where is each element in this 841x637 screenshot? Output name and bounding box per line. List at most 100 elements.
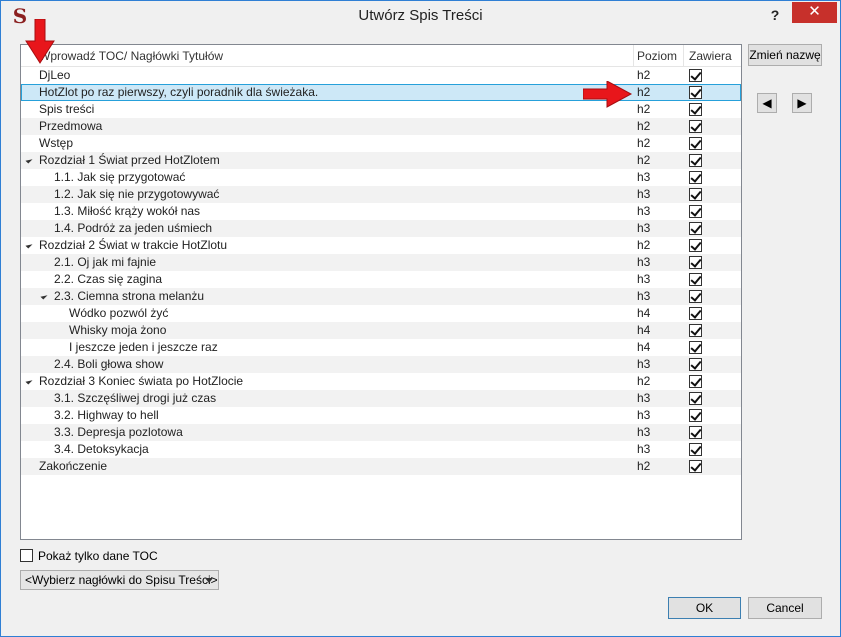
- row-level: h3: [637, 357, 651, 371]
- move-right-button[interactable]: ▶: [792, 93, 812, 113]
- tree-row[interactable]: Wstęp h2: [21, 135, 741, 152]
- close-button[interactable]: ✕: [792, 2, 837, 23]
- tree-row[interactable]: 1.2. Jak się nie przygotowywać h3: [21, 186, 741, 203]
- row-level: h3: [637, 289, 651, 303]
- tree-row[interactable]: 3.4. Detoksykacja h3: [21, 441, 741, 458]
- row-title: 1.2. Jak się nie przygotowywać: [54, 187, 220, 201]
- expander-icon[interactable]: [25, 241, 33, 249]
- include-checkbox[interactable]: [689, 290, 702, 303]
- expander-icon[interactable]: [25, 156, 33, 164]
- row-title: DjLeo: [39, 68, 71, 82]
- expander-icon[interactable]: [40, 292, 48, 300]
- include-checkbox[interactable]: [689, 205, 702, 218]
- header-level[interactable]: Poziom: [637, 45, 677, 67]
- tree-row[interactable]: Rozdział 3 Koniec świata po HotZlocie h2: [21, 373, 741, 390]
- show-toc-only-label: Pokaż tylko dane TOC: [38, 549, 158, 563]
- include-checkbox[interactable]: [689, 103, 702, 116]
- include-checkbox[interactable]: [689, 222, 702, 235]
- include-checkbox[interactable]: [689, 120, 702, 133]
- tree-row[interactable]: Rozdział 2 Świat w trakcie HotZlotu h2: [21, 237, 741, 254]
- include-checkbox[interactable]: [689, 307, 702, 320]
- tree-row[interactable]: 2.4. Boli głowa show h3: [21, 356, 741, 373]
- tree-row[interactable]: DjLeo h2: [21, 67, 741, 84]
- chevron-down-icon: [205, 578, 213, 583]
- include-checkbox[interactable]: [689, 426, 702, 439]
- tree-row[interactable]: 2.1. Oj jak mi fajnie h3: [21, 254, 741, 271]
- column-divider: [683, 45, 684, 67]
- tree-row[interactable]: 1.3. Miłość krąży wokół nas h3: [21, 203, 741, 220]
- row-level: h3: [637, 204, 651, 218]
- row-title: 3.4. Detoksykacja: [54, 442, 149, 456]
- include-checkbox[interactable]: [689, 239, 702, 252]
- toc-tree[interactable]: Wprowadź TOC/ Nagłówki Tytułów Poziom Za…: [20, 44, 742, 540]
- row-title: 3.1. Szczęśliwej drogi już czas: [54, 391, 217, 405]
- expander-icon[interactable]: [25, 377, 33, 385]
- headings-select[interactable]: <Wybierz nagłówki do Spisu Treści>: [20, 570, 219, 590]
- include-checkbox[interactable]: [689, 256, 702, 269]
- row-title: 2.1. Oj jak mi fajnie: [54, 255, 157, 269]
- include-checkbox[interactable]: [689, 324, 702, 337]
- include-checkbox[interactable]: [689, 375, 702, 388]
- row-title: 1.1. Jak się przygotować: [54, 170, 186, 184]
- row-title: 2.3. Ciemna strona melanżu: [54, 289, 205, 303]
- row-level: h4: [637, 323, 651, 337]
- move-left-button[interactable]: ◀: [757, 93, 777, 113]
- row-level: h3: [637, 221, 651, 235]
- include-checkbox[interactable]: [689, 460, 702, 473]
- create-toc-dialog: S Utwórz Spis Treści ? ✕ Wprowadź TOC/ N…: [0, 0, 841, 637]
- header-include[interactable]: Zawiera: [689, 45, 732, 67]
- tree-row[interactable]: Rozdział 1 Świat przed HotZlotem h2: [21, 152, 741, 169]
- row-level: h2: [637, 153, 651, 167]
- row-title: 2.2. Czas się zagina: [54, 272, 163, 286]
- tree-row[interactable]: Wódko pozwól żyć h4: [21, 305, 741, 322]
- row-title: Przedmowa: [39, 119, 103, 133]
- include-checkbox[interactable]: [689, 69, 702, 82]
- include-checkbox[interactable]: [689, 137, 702, 150]
- include-checkbox[interactable]: [689, 341, 702, 354]
- include-checkbox[interactable]: [689, 358, 702, 371]
- include-checkbox[interactable]: [689, 443, 702, 456]
- include-checkbox[interactable]: [689, 392, 702, 405]
- checkbox-box[interactable]: [20, 549, 33, 562]
- row-level: h3: [637, 442, 651, 456]
- row-title: Zakończenie: [39, 459, 108, 473]
- row-title: I jeszcze jeden i jeszcze raz: [69, 340, 218, 354]
- cancel-button[interactable]: Cancel: [748, 597, 822, 619]
- tree-row[interactable]: HotZlot po raz pierwszy, czyli poradnik …: [21, 84, 741, 101]
- tree-header: Wprowadź TOC/ Nagłówki Tytułów Poziom Za…: [21, 45, 741, 67]
- include-checkbox[interactable]: [689, 409, 702, 422]
- include-checkbox[interactable]: [689, 273, 702, 286]
- ok-button[interactable]: OK: [668, 597, 741, 619]
- include-checkbox[interactable]: [689, 171, 702, 184]
- tree-row[interactable]: 2.3. Ciemna strona melanżu h3: [21, 288, 741, 305]
- window-title: Utwórz Spis Treści: [358, 7, 483, 24]
- annotation-arrow-right-icon: [583, 81, 633, 108]
- row-title: 1.3. Miłość krąży wokół nas: [54, 204, 201, 218]
- row-level: h3: [637, 425, 651, 439]
- tree-row[interactable]: 3.2. Highway to hell h3: [21, 407, 741, 424]
- row-title: HotZlot po raz pierwszy, czyli poradnik …: [39, 85, 319, 99]
- row-level: h2: [637, 119, 651, 133]
- include-checkbox[interactable]: [689, 86, 702, 99]
- rename-button[interactable]: Zmień nazwę: [748, 44, 822, 66]
- row-title: 1.4. Podróż za jeden uśmiech: [54, 221, 213, 235]
- tree-row[interactable]: 2.2. Czas się zagina h3: [21, 271, 741, 288]
- tree-row[interactable]: Whisky moja żono h4: [21, 322, 741, 339]
- tree-row[interactable]: 3.1. Szczęśliwej drogi już czas h3: [21, 390, 741, 407]
- row-level: h3: [637, 408, 651, 422]
- row-title: 2.4. Boli głowa show: [54, 357, 164, 371]
- tree-row[interactable]: Przedmowa h2: [21, 118, 741, 135]
- tree-row[interactable]: 1.1. Jak się przygotować h3: [21, 169, 741, 186]
- tree-row[interactable]: 3.3. Depresja pozlotowa h3: [21, 424, 741, 441]
- tree-row[interactable]: Spis treści h2: [21, 101, 741, 118]
- row-level: h2: [637, 68, 651, 82]
- tree-row[interactable]: 1.4. Podróż za jeden uśmiech h3: [21, 220, 741, 237]
- help-button[interactable]: ?: [761, 5, 789, 25]
- tree-row[interactable]: Zakończenie h2: [21, 458, 741, 475]
- include-checkbox[interactable]: [689, 154, 702, 167]
- tree-row[interactable]: I jeszcze jeden i jeszcze raz h4: [21, 339, 741, 356]
- row-level: h3: [637, 255, 651, 269]
- header-title[interactable]: Wprowadź TOC/ Nagłówki Tytułów: [39, 45, 223, 67]
- title-bar: S Utwórz Spis Treści ? ✕: [1, 1, 840, 31]
- include-checkbox[interactable]: [689, 188, 702, 201]
